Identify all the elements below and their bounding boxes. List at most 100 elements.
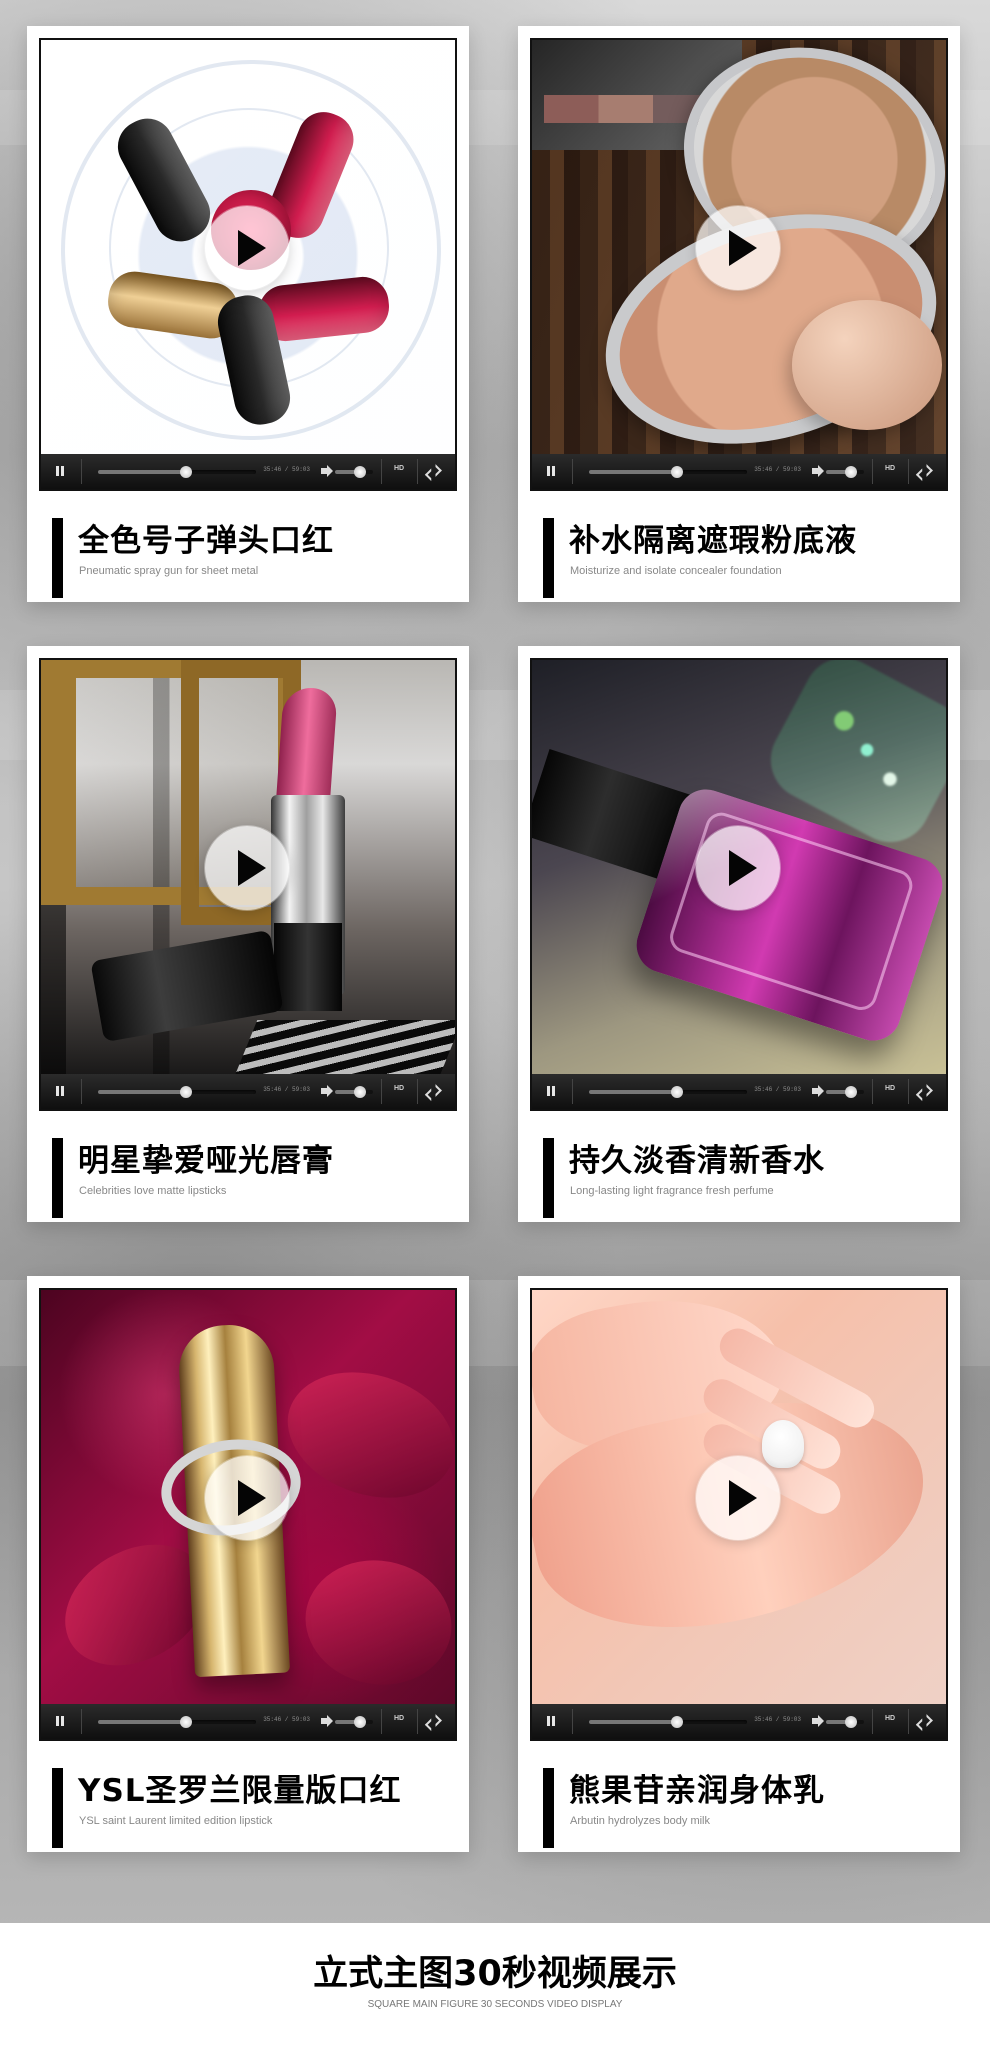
control-separator — [572, 1709, 573, 1734]
video-player[interactable]: 35:46 / 59:03 HD — [39, 1288, 457, 1741]
progress-fill — [589, 470, 678, 474]
control-separator — [81, 1079, 82, 1104]
hd-button[interactable]: HD — [885, 1715, 895, 1722]
pause-icon[interactable] — [547, 466, 555, 476]
video-card-body-lotion: 35:46 / 59:03 HD 熊果苷亲润身体乳 Arbutin hydrol… — [518, 1276, 960, 1852]
video-controls: 35:46 / 59:03 HD — [532, 1704, 946, 1739]
caption-accent-bar — [52, 1768, 63, 1848]
volume-slider[interactable] — [826, 466, 864, 478]
fullscreen-icon[interactable] — [429, 1084, 442, 1097]
volume-icon[interactable] — [812, 465, 824, 477]
progress-handle[interactable] — [180, 1716, 193, 1728]
play-icon[interactable] — [696, 826, 780, 910]
progress-slider[interactable] — [98, 1716, 256, 1728]
video-subtitle: Pneumatic spray gun for sheet metal — [79, 565, 259, 577]
volume-icon[interactable] — [812, 1085, 824, 1097]
cream-dollop — [762, 1420, 804, 1468]
lipstick-tube — [271, 795, 345, 1011]
caption-accent-bar — [52, 1138, 63, 1218]
video-card-foundation: 35:46 / 59:03 HD 补水隔离遮瑕粉底液 Moisturize an… — [518, 26, 960, 602]
volume-handle[interactable] — [844, 1086, 857, 1098]
video-player[interactable]: 35:46 / 59:03 HD — [530, 658, 948, 1111]
video-player[interactable]: 35:46 / 59:03 HD — [530, 38, 948, 491]
video-time: 35:46 / 59:03 — [263, 1716, 310, 1723]
volume-icon[interactable] — [812, 1715, 824, 1727]
volume-slider[interactable] — [335, 1716, 373, 1728]
video-controls: 35:46 / 59:03 HD — [41, 1704, 455, 1739]
pause-icon[interactable] — [547, 1086, 555, 1096]
rose-petal — [286, 1535, 455, 1706]
volume-handle[interactable] — [353, 1086, 366, 1098]
control-separator — [381, 459, 382, 484]
fullscreen-icon[interactable] — [429, 464, 442, 477]
volume-slider[interactable] — [826, 1716, 864, 1728]
volume-handle[interactable] — [353, 466, 366, 478]
makeup-puff — [792, 300, 942, 430]
video-player[interactable]: 35:46 / 59:03 HD — [530, 1288, 948, 1741]
video-controls: 35:46 / 59:03 HD — [532, 1074, 946, 1109]
progress-slider[interactable] — [589, 466, 747, 478]
control-separator — [908, 459, 909, 484]
pause-icon[interactable] — [56, 1086, 64, 1096]
video-subtitle: YSL saint Laurent limited edition lipsti… — [79, 1815, 273, 1827]
progress-slider[interactable] — [98, 1086, 256, 1098]
progress-handle[interactable] — [180, 1086, 193, 1098]
video-player[interactable]: 35:46 / 59:03 HD — [39, 38, 457, 491]
progress-handle[interactable] — [671, 1716, 684, 1728]
play-icon[interactable] — [205, 826, 289, 910]
play-icon[interactable] — [205, 1456, 289, 1540]
play-icon[interactable] — [696, 1456, 780, 1540]
pause-icon[interactable] — [547, 1716, 555, 1726]
volume-handle[interactable] — [844, 1716, 857, 1728]
volume-slider[interactable] — [335, 466, 373, 478]
makeup-palette — [234, 1020, 455, 1076]
fullscreen-icon[interactable] — [920, 1084, 933, 1097]
hd-button[interactable]: HD — [885, 465, 895, 472]
volume-slider[interactable] — [826, 1086, 864, 1098]
pause-icon[interactable] — [56, 1716, 64, 1726]
fullscreen-icon[interactable] — [920, 1714, 933, 1727]
hd-button[interactable]: HD — [394, 1715, 404, 1722]
progress-slider[interactable] — [98, 466, 256, 478]
video-card-lipstick-set: 35:46 / 59:03 HD 全色号子弹头口红 Pneumatic spra… — [27, 26, 469, 602]
progress-fill — [589, 1720, 678, 1724]
video-player[interactable]: 35:46 / 59:03 HD — [39, 658, 457, 1111]
volume-slider[interactable] — [335, 1086, 373, 1098]
progress-handle[interactable] — [180, 466, 193, 478]
section-footer: 立式主图30秒视频展示 SQUARE MAIN FIGURE 30 SECOND… — [0, 1923, 990, 2056]
caption-accent-bar — [543, 518, 554, 598]
control-separator — [908, 1079, 909, 1104]
video-subtitle: Arbutin hydrolyzes body milk — [570, 1815, 711, 1827]
hd-button[interactable]: HD — [394, 465, 404, 472]
video-time: 35:46 / 59:03 — [754, 1086, 801, 1093]
control-separator — [381, 1709, 382, 1734]
volume-icon[interactable] — [321, 465, 333, 477]
control-separator — [417, 1079, 418, 1104]
progress-slider[interactable] — [589, 1086, 747, 1098]
volume-handle[interactable] — [844, 466, 857, 478]
play-icon[interactable] — [696, 206, 780, 290]
section-subtitle: SQUARE MAIN FIGURE 30 SECONDS VIDEO DISP… — [367, 1999, 623, 2010]
play-icon[interactable] — [205, 206, 289, 290]
control-separator — [572, 1079, 573, 1104]
control-separator — [381, 1079, 382, 1104]
volume-handle[interactable] — [353, 1716, 366, 1728]
video-controls: 35:46 / 59:03 HD — [41, 1074, 455, 1109]
fullscreen-icon[interactable] — [920, 464, 933, 477]
hd-button[interactable]: HD — [394, 1085, 404, 1092]
video-title: 补水隔离遮瑕粉底液 — [569, 523, 857, 559]
pause-icon[interactable] — [56, 466, 64, 476]
fullscreen-icon[interactable] — [429, 1714, 442, 1727]
video-time: 35:46 / 59:03 — [754, 466, 801, 473]
control-separator — [81, 459, 82, 484]
video-subtitle: Celebrities love matte lipsticks — [79, 1185, 227, 1197]
hd-button[interactable]: HD — [885, 1085, 895, 1092]
video-card-ysl-lipstick: 35:46 / 59:03 HD YSL圣罗兰限量版口红 YSL saint L… — [27, 1276, 469, 1852]
control-separator — [872, 1709, 873, 1734]
progress-handle[interactable] — [671, 466, 684, 478]
volume-icon[interactable] — [321, 1715, 333, 1727]
progress-slider[interactable] — [589, 1716, 747, 1728]
section-title: 立式主图30秒视频展示 — [313, 1954, 677, 1994]
volume-icon[interactable] — [321, 1085, 333, 1097]
progress-handle[interactable] — [671, 1086, 684, 1098]
